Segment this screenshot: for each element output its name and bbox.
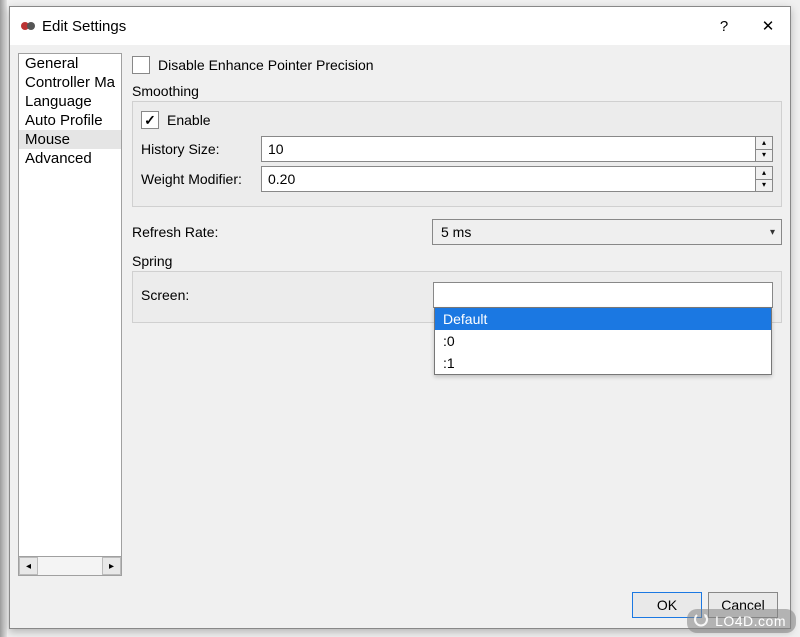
- refresh-rate-label: Refresh Rate:: [132, 224, 432, 240]
- smoothing-enable-row: Enable: [141, 108, 773, 132]
- sidebar-item-auto-profile[interactable]: Auto Profile: [19, 111, 121, 130]
- history-size-spinbox[interactable]: ▴ ▾: [261, 136, 773, 162]
- screen-option[interactable]: :1: [435, 352, 771, 374]
- smoothing-enable-checkbox[interactable]: [141, 111, 159, 129]
- watermark: LO4D.com: [687, 609, 796, 633]
- help-button[interactable]: ?: [702, 7, 746, 45]
- history-size-up[interactable]: ▴: [755, 136, 773, 150]
- spring-group: Screen: Default:0:1: [132, 271, 782, 323]
- window-title: Edit Settings: [42, 18, 126, 35]
- history-size-row: History Size: ▴ ▾: [141, 136, 773, 162]
- sidebar-hscroll[interactable]: ◂ ▸: [18, 557, 122, 576]
- settings-window: Edit Settings ? ✕ GeneralController MaLa…: [9, 6, 791, 629]
- refresh-rate-combo[interactable]: 5 ms ▾: [432, 219, 782, 245]
- disable-epp-row: Disable Enhance Pointer Precision: [132, 53, 782, 77]
- sidebar-list[interactable]: GeneralController MaLanguageAuto Profile…: [18, 53, 122, 557]
- scroll-track[interactable]: [38, 557, 102, 575]
- titlebar: Edit Settings ? ✕: [10, 7, 790, 45]
- refresh-rate-row: Refresh Rate: 5 ms ▾: [132, 219, 782, 245]
- app-icon: [20, 18, 36, 34]
- main-panel: Disable Enhance Pointer Precision Smooth…: [132, 53, 782, 576]
- dialog-footer: OK Cancel: [10, 584, 790, 628]
- smoothing-group: Enable History Size: ▴ ▾ Weight Modifier…: [132, 101, 782, 207]
- weight-modifier-row: Weight Modifier: ▴ ▾: [141, 166, 773, 192]
- screen-row: Screen: Default:0:1: [141, 282, 773, 308]
- sidebar-item-controller-ma[interactable]: Controller Ma: [19, 73, 121, 92]
- spring-title: Spring: [132, 253, 782, 269]
- watermark-text: LO4D.com: [715, 613, 786, 629]
- disable-epp-label: Disable Enhance Pointer Precision: [158, 57, 374, 73]
- smoothing-title: Smoothing: [132, 83, 782, 99]
- left-edge-shadow: [0, 0, 7, 637]
- weight-modifier-label: Weight Modifier:: [141, 171, 261, 187]
- screen-option[interactable]: Default: [435, 308, 771, 330]
- scroll-right-arrow[interactable]: ▸: [102, 557, 121, 575]
- sidebar: GeneralController MaLanguageAuto Profile…: [18, 53, 122, 576]
- sidebar-item-mouse[interactable]: Mouse: [19, 130, 121, 149]
- screen-label: Screen:: [141, 287, 433, 303]
- close-button[interactable]: ✕: [746, 7, 790, 45]
- sidebar-item-general[interactable]: General: [19, 54, 121, 73]
- disable-epp-checkbox[interactable]: [132, 56, 150, 74]
- sidebar-item-advanced[interactable]: Advanced: [19, 149, 121, 168]
- sidebar-item-language[interactable]: Language: [19, 92, 121, 111]
- scroll-left-arrow[interactable]: ◂: [19, 557, 38, 575]
- combo-arrow-icon: ▾: [770, 227, 775, 238]
- screen-option[interactable]: :0: [435, 330, 771, 352]
- screen-combo[interactable]: Default:0:1: [433, 282, 773, 308]
- refresh-rate-value: 5 ms: [441, 224, 471, 240]
- history-size-down[interactable]: ▾: [755, 150, 773, 163]
- weight-modifier-up[interactable]: ▴: [755, 166, 773, 180]
- screen-dropdown[interactable]: Default:0:1: [434, 307, 772, 375]
- weight-modifier-input[interactable]: [261, 166, 755, 192]
- weight-modifier-down[interactable]: ▾: [755, 180, 773, 193]
- smoothing-enable-label: Enable: [167, 112, 211, 128]
- history-size-input[interactable]: [261, 136, 755, 162]
- weight-modifier-spinbox[interactable]: ▴ ▾: [261, 166, 773, 192]
- history-size-label: History Size:: [141, 141, 261, 157]
- dialog-body: GeneralController MaLanguageAuto Profile…: [10, 45, 790, 584]
